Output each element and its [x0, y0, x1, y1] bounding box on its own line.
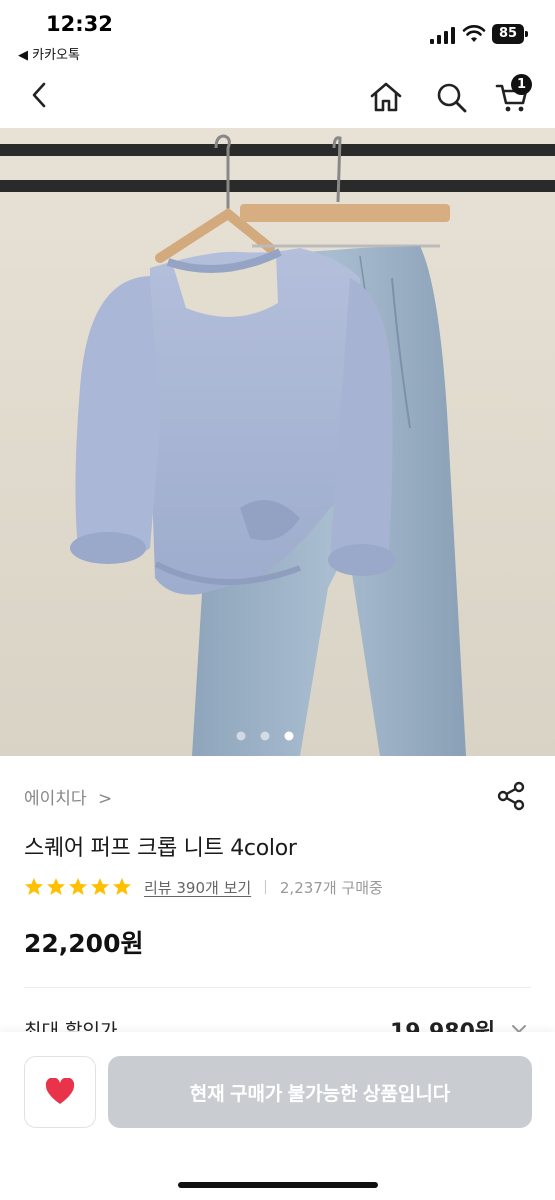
chevron-right-icon: > [97, 789, 113, 809]
product-title: 스퀘어 퍼프 크롭 니트 4color [24, 836, 297, 861]
bottom-action-bar: 현재 구매가 불가능한 상품입니다 [0, 1032, 555, 1200]
wifi-icon [462, 25, 486, 42]
pagination-dot[interactable] [260, 731, 270, 741]
rating-stars [24, 877, 132, 897]
share-icon[interactable] [495, 780, 527, 812]
brand-name: 에이치다 [24, 789, 87, 809]
battery-icon: 85 [492, 24, 528, 44]
star-icon [47, 878, 65, 895]
pagination-dot-active[interactable] [284, 731, 294, 741]
review-link[interactable]: 리뷰 390개 보기 [144, 877, 251, 898]
back-to-app-link[interactable]: ◀ 카카오톡 [18, 44, 80, 63]
product-price: 22,200원 [24, 929, 144, 958]
status-bar: 12:32 ◀ 카카오톡 85 [0, 0, 555, 66]
separator: | [263, 879, 268, 895]
back-arrow-icon[interactable] [26, 80, 54, 110]
divider [24, 987, 531, 988]
status-time: 12:32 [46, 12, 113, 36]
star-icon [25, 878, 43, 895]
search-icon[interactable] [434, 80, 470, 114]
top-nav-bar: 1 [0, 66, 555, 128]
star-icon [113, 878, 131, 895]
signal-icon [430, 27, 455, 44]
rating-row: 리뷰 390개 보기 | 2,237개 구매중 [24, 876, 383, 898]
like-button[interactable] [24, 1056, 96, 1128]
heart-icon [45, 1078, 75, 1104]
product-image[interactable] [0, 128, 555, 756]
star-icon [69, 878, 87, 895]
cart-count-badge: 1 [511, 74, 532, 95]
home-indicator[interactable] [178, 1182, 378, 1188]
pagination-dot[interactable] [236, 731, 246, 741]
star-icon [91, 878, 109, 895]
buying-count: 2,237개 구매중 [279, 878, 383, 897]
brand-link[interactable]: 에이치다 > [24, 784, 112, 809]
home-icon[interactable] [368, 80, 404, 114]
buy-button-disabled[interactable]: 현재 구매가 불가능한 상품입니다 [108, 1056, 532, 1128]
product-photo [0, 128, 555, 756]
